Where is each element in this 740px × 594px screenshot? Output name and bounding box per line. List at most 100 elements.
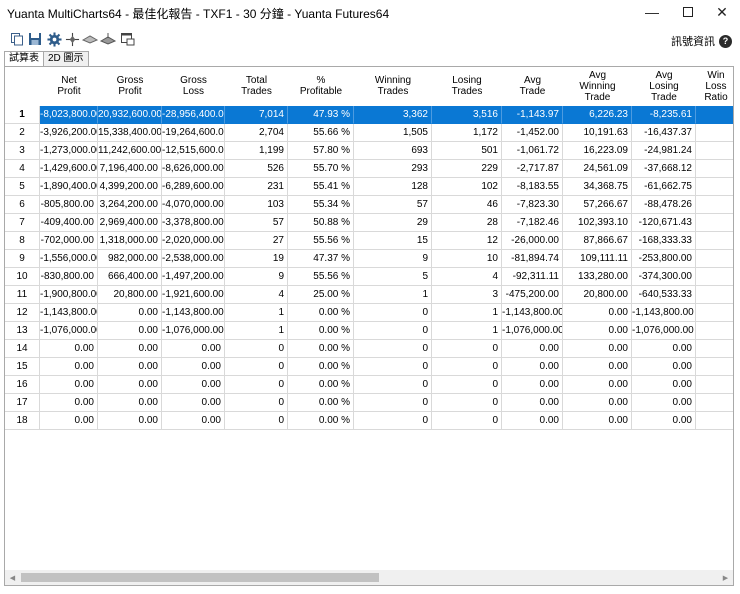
cell-losing-trades[interactable]: 46 <box>432 196 502 214</box>
cell-winning-trades[interactable]: 1,505 <box>354 124 432 142</box>
cell-losing-trades[interactable]: 0 <box>432 376 502 394</box>
cell-avg-winning-trade[interactable]: 0.00 <box>563 394 632 412</box>
cell-avg-trade[interactable]: -7,182.46 <box>502 214 563 232</box>
cell-row-number[interactable]: 4 <box>5 160 40 178</box>
cell-avg-trade[interactable]: 0.00 <box>502 340 563 358</box>
cell-net-profit[interactable]: -1,900,800.00 <box>40 286 98 304</box>
cell-percent-profitable[interactable]: 0.00 % <box>288 322 354 340</box>
table-row[interactable]: 14 0.00 0.00 0.00 0 0.00 % 0 0 0.00 0.00 0.00 <box>5 340 733 358</box>
header-gross-profit[interactable]: Gross Profit <box>98 67 162 105</box>
header-row-number[interactable] <box>5 67 40 105</box>
cell-row-number[interactable]: 1 <box>5 106 40 124</box>
cell-row-number[interactable]: 12 <box>5 304 40 322</box>
cell-avg-losing-trade[interactable]: -120,671.43 <box>632 214 696 232</box>
cell-gross-profit[interactable]: 0.00 <box>98 340 162 358</box>
cell-net-profit[interactable]: -8,023,800.00 <box>40 106 98 124</box>
cell-avg-winning-trade[interactable]: 0.00 <box>563 412 632 430</box>
cell-total-trades[interactable]: 4 <box>225 286 288 304</box>
cell-avg-winning-trade[interactable]: 34,368.75 <box>563 178 632 196</box>
cell-avg-losing-trade[interactable]: -37,668.12 <box>632 160 696 178</box>
cell-total-trades[interactable]: 1,199 <box>225 142 288 160</box>
cell-losing-trades[interactable]: 229 <box>432 160 502 178</box>
cell-win-loss-ratio[interactable] <box>696 124 733 142</box>
cell-total-trades[interactable]: 0 <box>225 394 288 412</box>
cell-win-loss-ratio[interactable] <box>696 232 733 250</box>
cell-winning-trades[interactable]: 3,362 <box>354 106 432 124</box>
cell-losing-trades[interactable]: 1 <box>432 304 502 322</box>
cell-percent-profitable[interactable]: 47.93 % <box>288 106 354 124</box>
cell-percent-profitable[interactable]: 55.56 % <box>288 232 354 250</box>
cell-percent-profitable[interactable]: 55.34 % <box>288 196 354 214</box>
cell-win-loss-ratio[interactable] <box>696 286 733 304</box>
table-row[interactable]: 18 0.00 0.00 0.00 0 0.00 % 0 0 0.00 0.00 0.00 <box>5 412 733 430</box>
cell-total-trades[interactable]: 0 <box>225 412 288 430</box>
cell-net-profit[interactable]: -1,890,400.00 <box>40 178 98 196</box>
table-row[interactable]: 6 -805,800.00 3,264,200.00 -4,070,000.00 103… <box>5 196 733 214</box>
cell-avg-losing-trade[interactable]: -61,662.75 <box>632 178 696 196</box>
copy-icon[interactable] <box>9 31 25 47</box>
cell-avg-trade[interactable]: 0.00 <box>502 394 563 412</box>
cell-avg-trade[interactable]: -1,061.72 <box>502 142 563 160</box>
cell-losing-trades[interactable]: 0 <box>432 394 502 412</box>
cell-avg-trade[interactable]: -1,452.00 <box>502 124 563 142</box>
cell-percent-profitable[interactable]: 0.00 % <box>288 376 354 394</box>
cell-win-loss-ratio[interactable] <box>696 142 733 160</box>
cell-win-loss-ratio[interactable] <box>696 106 733 124</box>
cell-gross-profit[interactable]: 7,196,400.00 <box>98 160 162 178</box>
cell-row-number[interactable]: 7 <box>5 214 40 232</box>
cell-winning-trades[interactable]: 15 <box>354 232 432 250</box>
cell-win-loss-ratio[interactable] <box>696 214 733 232</box>
header-total-trades[interactable]: Total Trades <box>225 67 288 105</box>
cell-net-profit[interactable]: -702,000.00 <box>40 232 98 250</box>
cell-avg-trade[interactable]: 0.00 <box>502 412 563 430</box>
cell-net-profit[interactable]: -1,143,800.00 <box>40 304 98 322</box>
cell-total-trades[interactable]: 0 <box>225 376 288 394</box>
cell-winning-trades[interactable]: 0 <box>354 340 432 358</box>
table-row[interactable]: 7 -409,400.00 2,969,400.00 -3,378,800.00 57 5… <box>5 214 733 232</box>
cell-gross-profit[interactable]: 11,242,600.00 <box>98 142 162 160</box>
settings-gear-icon[interactable] <box>46 31 62 47</box>
cell-losing-trades[interactable]: 4 <box>432 268 502 286</box>
cell-net-profit[interactable]: -805,800.00 <box>40 196 98 214</box>
cell-gross-loss[interactable]: -8,626,000.00 <box>162 160 225 178</box>
cell-losing-trades[interactable]: 3,516 <box>432 106 502 124</box>
flat-icon[interactable] <box>82 31 98 47</box>
cell-avg-winning-trade[interactable]: 20,800.00 <box>563 286 632 304</box>
cell-avg-losing-trade[interactable]: 0.00 <box>632 412 696 430</box>
cell-total-trades[interactable]: 0 <box>225 340 288 358</box>
cell-avg-trade[interactable]: -81,894.74 <box>502 250 563 268</box>
cell-percent-profitable[interactable]: 47.37 % <box>288 250 354 268</box>
cell-avg-winning-trade[interactable]: 10,191.63 <box>563 124 632 142</box>
info-label[interactable]: 訊號資訊 <box>671 33 715 49</box>
table-row[interactable]: 16 0.00 0.00 0.00 0 0.00 % 0 0 0.00 0.00 0.00 <box>5 376 733 394</box>
cell-percent-profitable[interactable]: 55.56 % <box>288 268 354 286</box>
cell-avg-losing-trade[interactable]: -24,981.24 <box>632 142 696 160</box>
cell-net-profit[interactable]: 0.00 <box>40 376 98 394</box>
cell-winning-trades[interactable]: 0 <box>354 376 432 394</box>
cell-gross-profit[interactable]: 982,000.00 <box>98 250 162 268</box>
cell-percent-profitable[interactable]: 0.00 % <box>288 394 354 412</box>
cell-avg-winning-trade[interactable]: 0.00 <box>563 322 632 340</box>
cell-row-number[interactable]: 14 <box>5 340 40 358</box>
cell-win-loss-ratio[interactable] <box>696 250 733 268</box>
cell-avg-trade[interactable]: -1,076,000.00 <box>502 322 563 340</box>
table-row[interactable]: 10 -830,800.00 666,400.00 -1,497,200.00 9 55.… <box>5 268 733 286</box>
cell-gross-profit[interactable]: 20,932,600.00 <box>98 106 162 124</box>
cell-total-trades[interactable]: 231 <box>225 178 288 196</box>
table-row[interactable]: 11 -1,900,800.00 20,800.00 -1,921,600.00 4 25… <box>5 286 733 304</box>
cell-win-loss-ratio[interactable] <box>696 304 733 322</box>
cell-gross-profit[interactable]: 0.00 <box>98 322 162 340</box>
header-win-loss-ratio[interactable]: Win Loss Ratio <box>696 67 733 105</box>
cell-avg-losing-trade[interactable]: -640,533.33 <box>632 286 696 304</box>
cell-avg-losing-trade[interactable]: -88,478.26 <box>632 196 696 214</box>
cell-avg-winning-trade[interactable]: 6,226.23 <box>563 106 632 124</box>
cell-avg-trade[interactable]: -7,823.30 <box>502 196 563 214</box>
window-icon[interactable] <box>119 31 135 47</box>
cell-win-loss-ratio[interactable] <box>696 412 733 430</box>
cell-total-trades[interactable]: 9 <box>225 268 288 286</box>
cell-winning-trades[interactable]: 0 <box>354 322 432 340</box>
header-avg-winning-trade[interactable]: Avg Winning Trade <box>563 67 632 105</box>
cell-avg-losing-trade[interactable]: -374,300.00 <box>632 268 696 286</box>
cell-losing-trades[interactable]: 12 <box>432 232 502 250</box>
cell-row-number[interactable]: 2 <box>5 124 40 142</box>
